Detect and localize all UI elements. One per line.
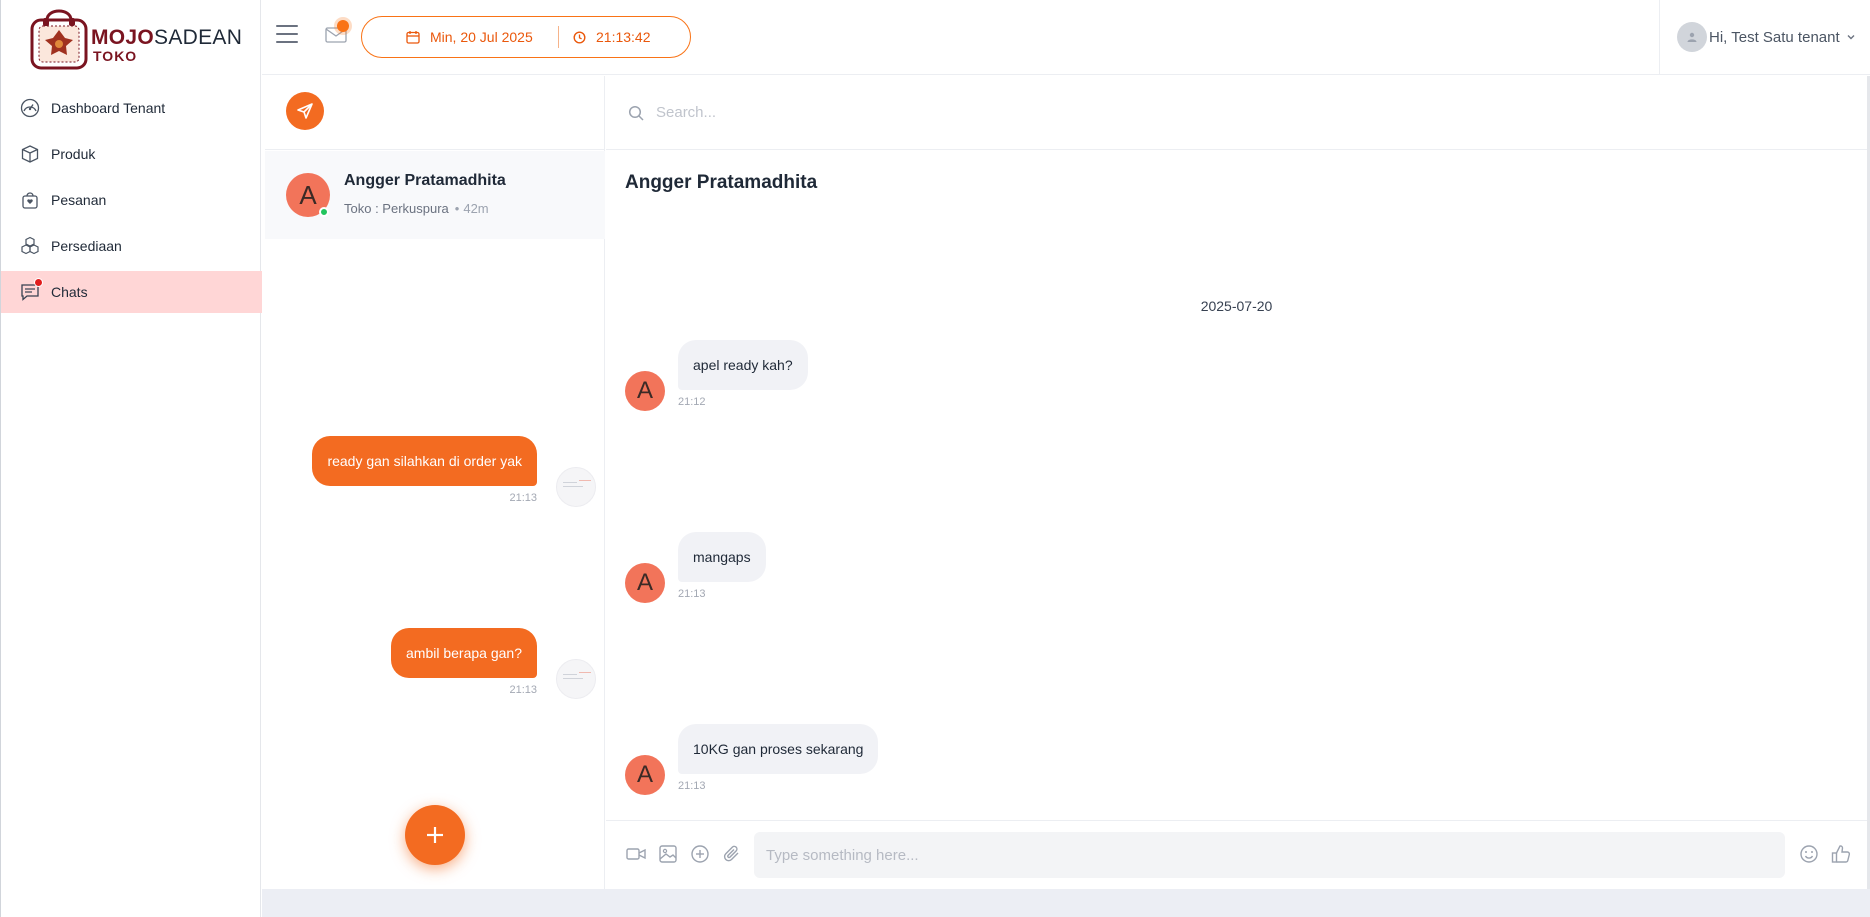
message-time: 21:13: [678, 780, 706, 792]
sidebar-item-produk[interactable]: Produk: [1, 133, 262, 175]
conversation: Angger Pratamadhita 2025-07-20 A apel re…: [312, 76, 1867, 889]
sidebar-item-label: Persediaan: [51, 238, 122, 254]
sidebar-item-dashboard-tenant[interactable]: Dashboard Tenant: [1, 87, 262, 129]
message-bubble: ambil berapa gan?: [391, 628, 537, 678]
brand-subtitle: TOKO: [93, 48, 138, 64]
mail-notification-dot: [337, 20, 349, 32]
page-footer-area: [262, 889, 1870, 917]
clock-icon: [573, 30, 586, 44]
brand-name: MOJOSADEAN: [91, 26, 242, 50]
sidebar-item-persediaan[interactable]: Persediaan: [1, 225, 262, 267]
date-text: Min, 20 Jul 2025: [430, 29, 533, 45]
top-bar: Min, 20 Jul 2025 21:13:42 Hi, Test Satu …: [262, 0, 1870, 75]
message-composer: [606, 820, 1867, 889]
sender-avatar: A: [625, 755, 665, 795]
separator-dot: •: [454, 201, 460, 216]
message-bubble: mangaps: [678, 532, 766, 582]
new-message-button[interactable]: [286, 92, 324, 130]
user-menu[interactable]: Hi, Test Satu tenant: [1659, 0, 1870, 74]
add-circle-icon[interactable]: [689, 843, 711, 865]
sidebar-item-label: Pesanan: [51, 192, 107, 208]
contact-last-seen: 42m: [463, 201, 489, 216]
thumbs-up-icon[interactable]: [1830, 843, 1852, 865]
my-avatar: [556, 659, 596, 699]
attachment-icon[interactable]: [721, 843, 743, 865]
conversation-search: [606, 76, 1867, 150]
calendar-icon: [406, 31, 420, 44]
message-bubble: 10KG gan proses sekarang: [678, 724, 879, 774]
contact-store: Toko : Perkuspura: [344, 201, 449, 216]
datetime-pill: Min, 20 Jul 2025 21:13:42: [361, 16, 691, 58]
stacked-boxes-icon: [19, 235, 41, 257]
date-display: Min, 20 Jul 2025: [362, 26, 559, 48]
user-greeting: Hi, Test Satu tenant: [1709, 28, 1840, 46]
brand-name-part1: MOJO: [91, 26, 155, 49]
sidebar-item-label: Produk: [51, 146, 96, 162]
image-icon[interactable]: [657, 843, 679, 865]
search-input[interactable]: [656, 104, 1256, 121]
online-status-dot: [319, 207, 329, 217]
video-call-icon[interactable]: [625, 843, 647, 865]
message-bubble: apel ready kah?: [678, 340, 808, 390]
chevron-down-icon: [1847, 35, 1855, 40]
brand-name-part2: SADEAN: [154, 26, 243, 49]
dashboard-gauge-icon: [19, 97, 41, 119]
user-avatar-icon: [1687, 32, 1697, 42]
message-time: 21:13: [509, 684, 537, 696]
sidebar-item-chats[interactable]: Chats: [1, 271, 262, 313]
shopping-bag-logo-icon: [30, 9, 88, 70]
box-icon: [19, 143, 41, 165]
sender-avatar: A: [625, 371, 665, 411]
plus-icon: [427, 827, 443, 843]
sidebar-item-pesanan[interactable]: Pesanan: [1, 179, 262, 221]
message-bubble: ready gan silahkan di order yak: [312, 436, 537, 486]
date-separator: 2025-07-20: [1200, 298, 1273, 314]
message-time: 21:12: [678, 396, 706, 408]
contact-meta: Toko : Perkuspura • 42m: [344, 201, 489, 216]
menu-toggle-icon[interactable]: [276, 25, 298, 43]
avatar: [1677, 22, 1707, 52]
notification-dot: [34, 278, 43, 287]
chat-panel: A Angger Pratamadhita Toko : Perkuspura •…: [265, 76, 1867, 889]
shopping-bag-icon: [19, 189, 41, 211]
search-icon: [628, 105, 644, 121]
brand-logo[interactable]: MOJOSADEAN TOKO: [27, 4, 242, 72]
time-display: 21:13:42: [559, 29, 651, 45]
send-icon: [297, 103, 313, 119]
emoji-icon[interactable]: [1798, 843, 1820, 865]
message-time: 21:13: [509, 492, 537, 504]
message-input[interactable]: [754, 832, 1785, 878]
sidebar: MOJOSADEAN TOKO Dashboard Tenant Produk …: [0, 0, 262, 917]
message-time: 21:13: [678, 588, 706, 600]
sidebar-item-label: Chats: [51, 284, 88, 300]
chat-icon: [19, 278, 43, 303]
time-text: 21:13:42: [596, 29, 651, 45]
contact-name: Angger Pratamadhita: [344, 172, 506, 189]
conversation-title: Angger Pratamadhita: [625, 172, 818, 193]
my-avatar: [556, 467, 596, 507]
sidebar-nav: Dashboard Tenant Produk Pesanan Persedia…: [1, 87, 262, 317]
sidebar-item-label: Dashboard Tenant: [51, 100, 166, 116]
sender-avatar: A: [625, 563, 665, 603]
add-chat-button[interactable]: [405, 805, 465, 865]
chat-list-header: [265, 76, 604, 150]
chat-list-item[interactable]: A Angger Pratamadhita Toko : Perkuspura •…: [265, 151, 605, 239]
